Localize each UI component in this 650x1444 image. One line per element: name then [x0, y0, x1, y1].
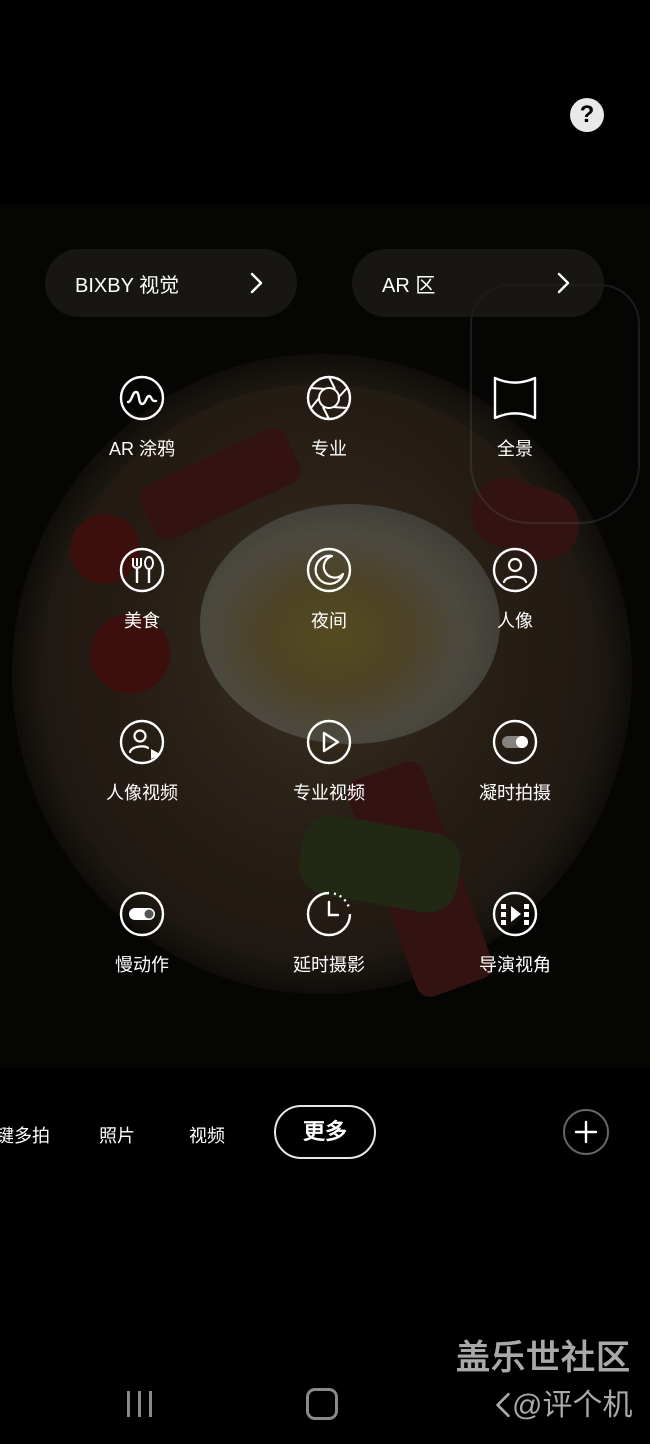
top-bar: ?: [0, 0, 650, 204]
mode-pro-video[interactable]: 专业视频: [259, 718, 399, 805]
ar-doodle-icon: [119, 375, 165, 421]
mode-portrait-video[interactable]: 人像视频: [72, 718, 212, 805]
back-chevron-icon: [496, 1392, 510, 1418]
mode-portrait[interactable]: 人像: [445, 546, 585, 633]
hyperlapse-toggle-icon: [492, 719, 538, 765]
watermark-author-label: @评个机: [512, 1389, 633, 1422]
play-icon: [306, 719, 352, 765]
mode-food[interactable]: 美食: [72, 546, 212, 633]
mode-directors-view[interactable]: 导演视角: [445, 890, 585, 977]
portrait-icon: [492, 547, 538, 593]
watermark-author: @评个机: [494, 1380, 632, 1424]
bixby-vision-label: BIXBY 视觉: [75, 274, 180, 297]
timelapse-clock-icon: [306, 891, 352, 937]
add-mode-button[interactable]: [563, 1109, 609, 1155]
help-button[interactable]: ?: [570, 98, 604, 132]
mode-label: 专业: [311, 439, 347, 459]
portrait-video-icon: [119, 719, 165, 765]
mode-pro[interactable]: 专业: [259, 374, 399, 461]
mode-timelapse[interactable]: 延时摄影: [259, 890, 399, 977]
mode-panorama[interactable]: 全景: [445, 374, 585, 461]
food-icon: [119, 547, 165, 593]
mode-slow-motion[interactable]: 慢动作: [72, 890, 212, 977]
tab-single-take[interactable]: 键多拍: [0, 1122, 50, 1148]
tab-video[interactable]: 视频: [189, 1122, 225, 1148]
chevron-right-icon: [250, 272, 263, 294]
aperture-icon: [306, 375, 352, 421]
watermark-community: 盖乐世社区: [456, 1339, 631, 1377]
mode-night[interactable]: 夜间: [259, 546, 399, 633]
mode-label: 全景: [497, 439, 533, 459]
mode-label: 美食: [124, 611, 160, 631]
mode-label: AR 涂鸦: [108, 439, 175, 459]
plus-icon: [574, 1120, 598, 1144]
chevron-right-icon: [557, 272, 570, 294]
mode-label: 夜间: [311, 611, 347, 631]
mode-label: 人像: [497, 611, 533, 631]
mode-label: 导演视角: [479, 955, 551, 975]
ar-zone-button[interactable]: AR 区: [352, 249, 604, 317]
mode-label: 凝时拍摄: [479, 783, 551, 803]
mode-label: 延时摄影: [293, 955, 365, 975]
bixby-vision-button[interactable]: BIXBY 视觉: [45, 249, 297, 317]
mode-hyperlapse[interactable]: 凝时拍摄: [445, 718, 585, 805]
tab-more[interactable]: 更多: [274, 1105, 376, 1159]
mode-label: 专业视频: [293, 783, 365, 803]
recent-apps-button[interactable]: [124, 1389, 156, 1419]
tab-photo[interactable]: 照片: [99, 1122, 135, 1148]
home-button[interactable]: [306, 1388, 338, 1420]
directors-view-icon: [492, 891, 538, 937]
mode-label: 慢动作: [115, 955, 169, 975]
panorama-icon: [493, 376, 537, 420]
mode-label: 人像视频: [106, 783, 178, 803]
slow-motion-toggle-icon: [119, 891, 165, 937]
mode-ar-doodle[interactable]: AR 涂鸦: [72, 374, 212, 461]
ar-zone-label: AR 区: [382, 274, 436, 297]
moon-icon: [306, 547, 352, 593]
